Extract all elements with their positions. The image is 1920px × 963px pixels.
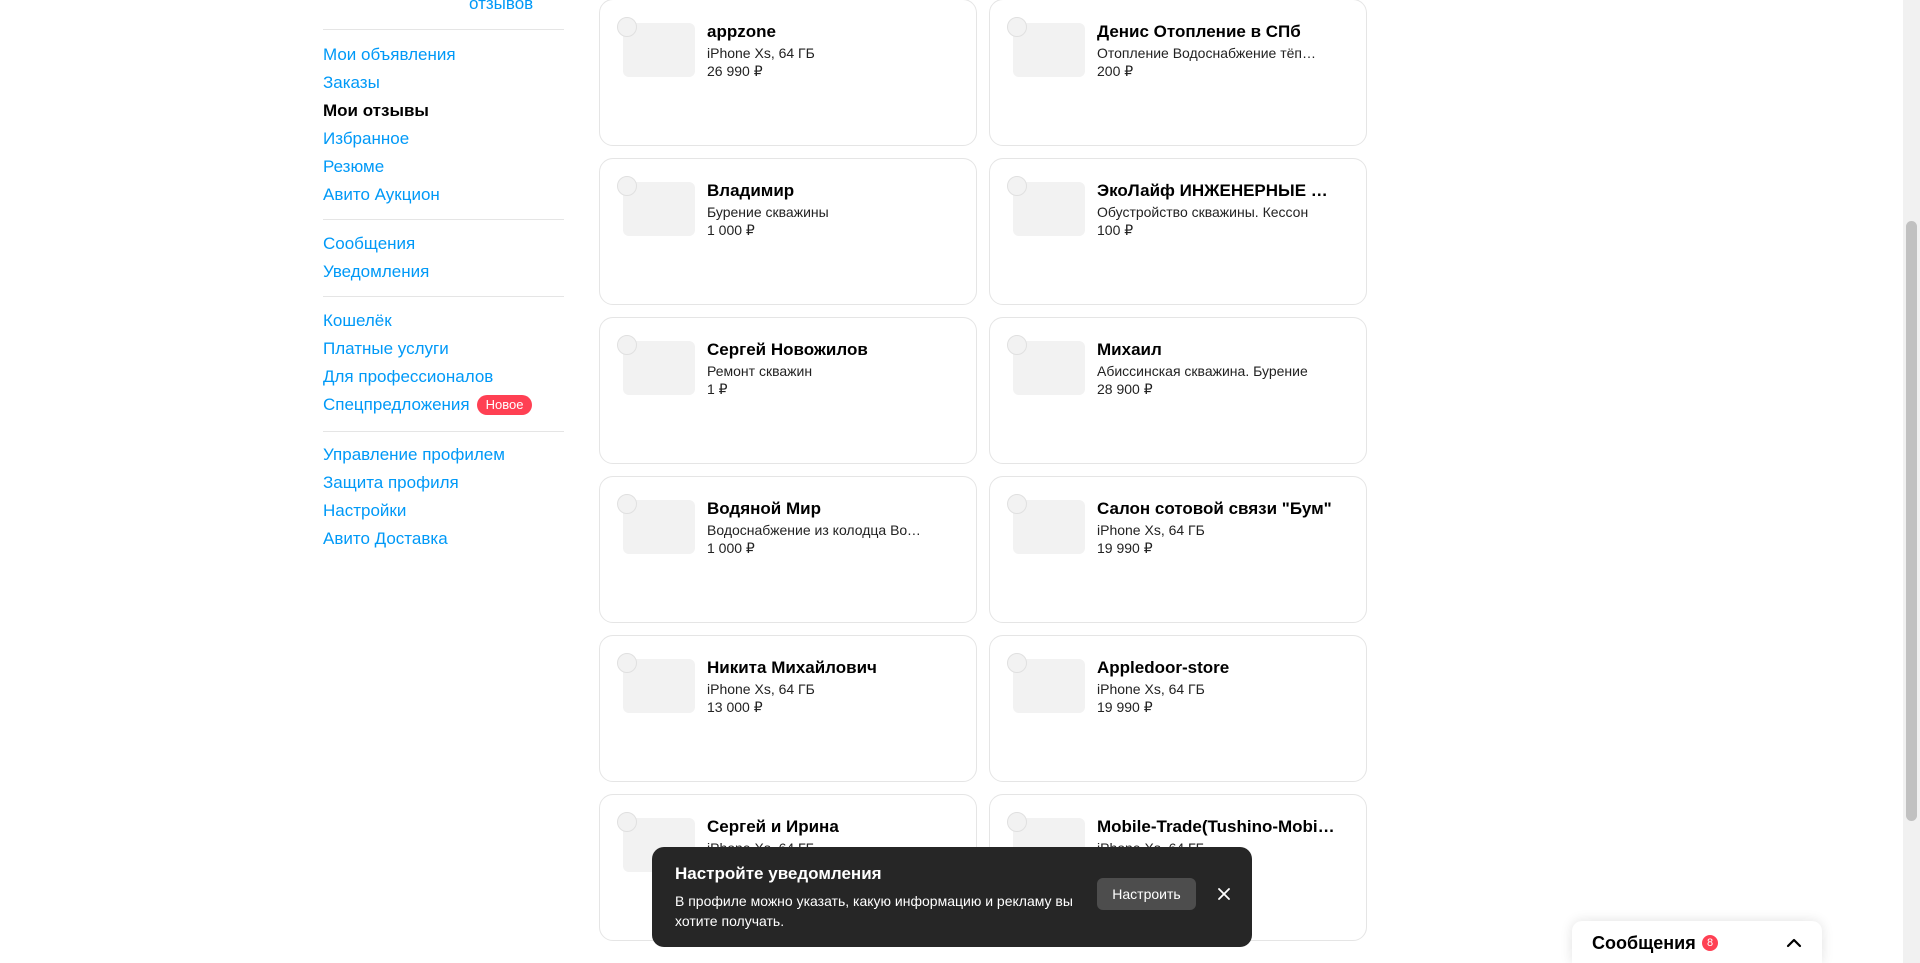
review-card[interactable]: ЭкоЛайф ИНЖЕНЕРНЫЕ СИСТЕМЫ Обустройство … xyxy=(989,158,1367,305)
review-card[interactable]: Appledoor-store iPhone Xs, 64 ГБ 19 990 … xyxy=(989,635,1367,782)
configure-button[interactable]: Настроить xyxy=(1097,878,1196,910)
item-price: 1 000 ₽ xyxy=(707,222,755,238)
seller-name: appzone xyxy=(707,22,776,41)
review-card[interactable]: Водяной Мир Водоснабжение из колодца Вод… xyxy=(599,476,977,623)
new-badge: Новое xyxy=(476,395,533,415)
item-price: 19 990 ₽ xyxy=(1097,540,1153,556)
review-card[interactable]: Денис Отопление в СПб Отопление Водоснаб… xyxy=(989,0,1367,146)
item-price: 13 000 ₽ xyxy=(707,699,763,715)
review-card[interactable]: Михаил Абиссинская скважина. Бурение 28 … xyxy=(989,317,1367,464)
close-icon[interactable] xyxy=(1213,883,1235,905)
review-card[interactable]: Никита Михайлович iPhone Xs, 64 ГБ 13 00… xyxy=(599,635,977,782)
item-title: Ремонт скважин xyxy=(707,363,813,379)
sidebar-item-my-reviews[interactable]: Мои отзывы xyxy=(323,97,564,125)
chevron-up-icon[interactable] xyxy=(1784,933,1804,953)
item-price: 100 ₽ xyxy=(1097,222,1134,238)
avatar xyxy=(617,812,637,832)
avatar xyxy=(1007,176,1027,196)
sidebar-item-paid-services[interactable]: Платные услуги xyxy=(323,335,564,363)
sidebar-item-special-offers-row[interactable]: Спецпредложения Новое xyxy=(323,391,564,419)
seller-name: Салон сотовой связи "Бум" xyxy=(1097,499,1332,518)
nav-group-ads: Мои объявления Заказы Мои отзывы Избранн… xyxy=(323,41,564,209)
sidebar-item-special-offers[interactable]: Спецпредложения xyxy=(323,395,470,414)
seller-name: Сергей и Ирина xyxy=(707,817,839,836)
avatar xyxy=(617,653,637,673)
messages-widget[interactable]: Сообщения 8 xyxy=(1572,921,1822,963)
item-price: 19 990 ₽ xyxy=(1097,699,1153,715)
seller-name: Владимир xyxy=(707,181,795,200)
item-price: 1 000 ₽ xyxy=(707,540,755,556)
item-price: 26 990 ₽ xyxy=(707,63,763,79)
seller-name: Appledoor-store xyxy=(1097,658,1230,677)
reviews-count-link[interactable]: отзывов xyxy=(469,0,533,14)
avatar xyxy=(617,17,637,37)
unread-count-badge: 8 xyxy=(1702,935,1718,951)
item-title: iPhone Xs, 64 ГБ xyxy=(707,681,815,697)
seller-name: Mobile-Trade(Tushino-Mobile) xyxy=(1097,817,1337,836)
messages-label: Сообщения xyxy=(1592,933,1696,953)
seller-name: Денис Отопление в СПб xyxy=(1097,22,1301,41)
item-title: Абиссинская скважина. Бурение xyxy=(1097,363,1308,379)
sidebar-item-favorites[interactable]: Избранное xyxy=(323,125,564,153)
sidebar-item-profile-protection[interactable]: Защита профиля xyxy=(323,469,564,497)
avatar xyxy=(617,494,637,514)
avatar xyxy=(1007,812,1027,832)
avatar xyxy=(1007,653,1027,673)
sidebar-item-my-ads[interactable]: Мои объявления xyxy=(323,41,564,69)
divider xyxy=(323,29,564,30)
item-price: 1 ₽ xyxy=(707,381,728,397)
nav-group-wallet: Кошелёк Платные услуги Для профессионало… xyxy=(323,307,564,419)
toast-text: В профиле можно указать, какую информаци… xyxy=(675,893,1073,929)
item-price: 28 900 ₽ xyxy=(1097,381,1153,397)
sidebar-item-profile-management[interactable]: Управление профилем xyxy=(323,441,564,469)
review-card[interactable]: Владимир Бурение скважины 1 000 ₽ xyxy=(599,158,977,305)
sidebar-item-wallet[interactable]: Кошелёк xyxy=(323,307,564,335)
notification-settings-toast: Настройте уведомления В профиле можно ук… xyxy=(652,847,1252,947)
item-title: Водоснабжение из колодца Водопровод xyxy=(707,522,927,538)
seller-name: Никита Михайлович xyxy=(707,658,877,677)
review-card[interactable]: Сергей Новожилов Ремонт скважин 1 ₽ xyxy=(599,317,977,464)
avatar xyxy=(1007,17,1027,37)
sidebar-item-orders[interactable]: Заказы xyxy=(323,69,564,97)
avatar xyxy=(617,335,637,355)
sidebar-item-resume[interactable]: Резюме xyxy=(323,153,564,181)
sidebar-item-delivery[interactable]: Авито Доставка xyxy=(323,525,564,553)
seller-name: Водяной Мир xyxy=(707,499,821,518)
seller-name: Сергей Новожилов xyxy=(707,340,868,359)
item-title: iPhone Xs, 64 ГБ xyxy=(1097,522,1205,538)
item-title: Отопление Водоснабжение тёплый пол xyxy=(1097,45,1317,61)
divider xyxy=(323,219,564,220)
sidebar-item-settings[interactable]: Настройки xyxy=(323,497,564,525)
review-card[interactable]: appzone iPhone Xs, 64 ГБ 26 990 ₽ xyxy=(599,0,977,146)
scrollbar-thumb[interactable] xyxy=(1906,221,1917,821)
sidebar-item-auction[interactable]: Авито Аукцион xyxy=(323,181,564,209)
avatar xyxy=(617,176,637,196)
review-card[interactable]: Салон сотовой связи "Бум" iPhone Xs, 64 … xyxy=(989,476,1367,623)
divider xyxy=(323,431,564,432)
seller-name: ЭкоЛайф ИНЖЕНЕРНЫЕ СИСТЕМЫ xyxy=(1097,181,1337,200)
toast-title: Настройте уведомления xyxy=(675,864,882,883)
nav-group-messages: Сообщения Уведомления xyxy=(323,230,564,286)
seller-name: Михаил xyxy=(1097,340,1162,359)
sidebar-item-for-pros[interactable]: Для профессионалов xyxy=(323,363,564,391)
sidebar-item-notifications[interactable]: Уведомления xyxy=(323,258,564,286)
item-title: iPhone Xs, 64 ГБ xyxy=(707,45,815,61)
item-title: iPhone Xs, 64 ГБ xyxy=(1097,681,1205,697)
nav-group-profile: Управление профилем Защита профиля Настр… xyxy=(323,441,564,553)
avatar xyxy=(1007,494,1027,514)
item-title: Обустройство скважины. Кессон xyxy=(1097,204,1309,220)
item-title: Бурение скважины xyxy=(707,204,829,220)
sidebar-item-messages[interactable]: Сообщения xyxy=(323,230,564,258)
divider xyxy=(323,296,564,297)
item-price: 200 ₽ xyxy=(1097,63,1134,79)
avatar xyxy=(1007,335,1027,355)
